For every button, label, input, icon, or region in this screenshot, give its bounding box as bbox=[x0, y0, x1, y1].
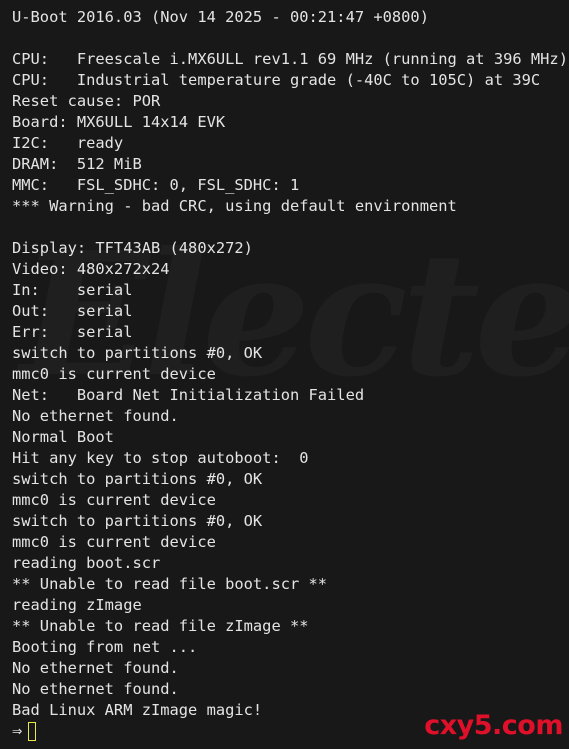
terminal-line: MMC: FSL_SDHC: 0, FSL_SDHC: 1 bbox=[12, 176, 300, 194]
terminal-line: No ethernet found. bbox=[12, 659, 179, 677]
terminal-line: CPU: Industrial temperature grade (-40C … bbox=[12, 71, 541, 89]
prompt-arrow-icon: ⇒ bbox=[12, 721, 23, 741]
terminal-line: Video: 480x272x24 bbox=[12, 260, 170, 278]
terminal-window[interactable]: Electe U-Boot 2016.03 (Nov 14 2025 - 00:… bbox=[0, 0, 569, 749]
terminal-line: switch to partitions #0, OK bbox=[12, 470, 263, 488]
terminal-line: switch to partitions #0, OK bbox=[12, 344, 263, 362]
terminal-line: Err: serial bbox=[12, 323, 133, 341]
terminal-line: CPU: Freescale i.MX6ULL rev1.1 69 MHz (r… bbox=[12, 50, 568, 68]
terminal-line: Out: serial bbox=[12, 302, 133, 320]
terminal-line: Hit any key to stop autoboot: 0 bbox=[12, 449, 309, 467]
terminal-line: Display: TFT43AB (480x272) bbox=[12, 239, 253, 257]
terminal-line: reading zImage bbox=[12, 596, 142, 614]
terminal-line: Net: Board Net Initialization Failed bbox=[12, 386, 365, 404]
terminal-line: I2C: ready bbox=[12, 134, 124, 152]
terminal-line: *** Warning - bad CRC, using default env… bbox=[12, 197, 457, 215]
terminal-line: Reset cause: POR bbox=[12, 92, 161, 110]
terminal-line: No ethernet found. bbox=[12, 407, 179, 425]
terminal-line: Board: MX6ULL 14x14 EVK bbox=[12, 113, 226, 131]
terminal-line: Booting from net ... bbox=[12, 638, 198, 656]
text-cursor[interactable] bbox=[28, 721, 37, 741]
terminal-line: In: serial bbox=[12, 281, 133, 299]
terminal-line: mmc0 is current device bbox=[12, 365, 216, 383]
terminal-line: Normal Boot bbox=[12, 428, 114, 446]
terminal-line: switch to partitions #0, OK bbox=[12, 512, 263, 530]
terminal-line: ** Unable to read file zImage ** bbox=[12, 617, 309, 635]
terminal-line: mmc0 is current device bbox=[12, 491, 216, 509]
terminal-line: ** Unable to read file boot.scr ** bbox=[12, 575, 328, 593]
terminal-output: U-Boot 2016.03 (Nov 14 2025 - 00:21:47 +… bbox=[12, 7, 568, 721]
terminal-line: No ethernet found. bbox=[12, 680, 179, 698]
terminal-line: reading boot.scr bbox=[12, 554, 161, 572]
terminal-line: U-Boot 2016.03 (Nov 14 2025 - 00:21:47 +… bbox=[12, 8, 429, 26]
site-watermark: cxy5.com bbox=[424, 710, 563, 741]
terminal-line: DRAM: 512 MiB bbox=[12, 155, 142, 173]
command-prompt[interactable]: ⇒ bbox=[12, 719, 37, 743]
terminal-line: mmc0 is current device bbox=[12, 533, 216, 551]
